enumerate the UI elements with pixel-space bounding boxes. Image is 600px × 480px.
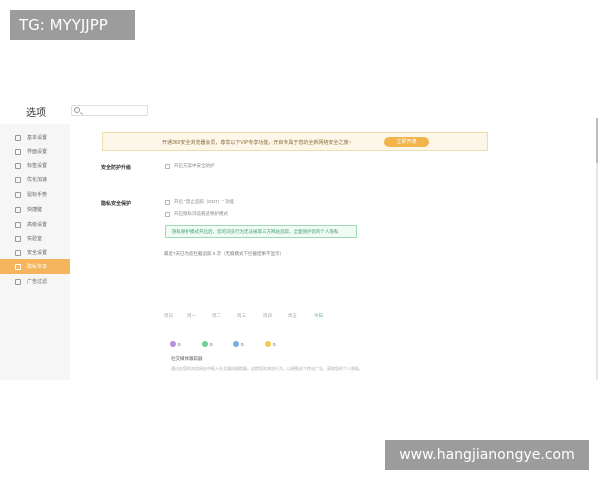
security-upgrade-label: 安全防护升级 bbox=[101, 165, 132, 171]
sidebar-item-label: 隐私专享 bbox=[27, 264, 48, 270]
privacy-tip: 隐私保护模式开启后，您的浏览行为无法被第三方网站追踪，全面保护您的个人隐私 bbox=[165, 225, 357, 238]
week-day-tab[interactable]: 周日 bbox=[164, 313, 173, 319]
sidebar-item-adblock[interactable]: 广告过滤 bbox=[0, 274, 70, 289]
sidebar-item-label: 快捷键 bbox=[27, 207, 43, 213]
week-day-tab[interactable]: 周一 bbox=[187, 313, 196, 319]
vip-banner: 开通360安全浏览器会员，尊享以下VIP专享功能，开启专属于您的全新网络安全之旅… bbox=[102, 132, 488, 151]
tracker-icon bbox=[170, 341, 176, 347]
trace-protection-checkbox[interactable] bbox=[165, 211, 170, 217]
sidebar-item-tabs[interactable]: 标签设置 bbox=[0, 158, 70, 173]
window-header: 选项 bbox=[0, 98, 600, 122]
sidebar-item-optimize[interactable]: 优化加速 bbox=[0, 172, 70, 187]
lab-icon bbox=[15, 235, 21, 242]
security-option-text: 开启方案中安全防护 bbox=[174, 163, 215, 168]
sidebar-item-basic[interactable]: 基本设置 bbox=[0, 130, 70, 145]
week-tabs: 周日 周一 周二 周三 周四 周五 今日 bbox=[164, 313, 334, 321]
blocked-count-text: 最近7天已为您拦截追踪 0 次（无痕模式下拦截结果不显示） bbox=[164, 251, 285, 256]
crypto-count: 0 bbox=[273, 341, 276, 347]
sidebar-item-label: 标签设置 bbox=[27, 163, 48, 169]
trace-protection-option[interactable]: 开启隐私浏览痕迹保护模式 bbox=[165, 211, 228, 217]
crypto-icon bbox=[265, 341, 271, 347]
search-icon bbox=[74, 107, 80, 113]
cookie-stat[interactable]: 0 bbox=[202, 341, 213, 347]
scrollbar-thumb[interactable] bbox=[596, 118, 598, 163]
privacy-icon bbox=[15, 263, 21, 270]
sidebar: 基本设置 界面设置 标签设置 优化加速 鼠标手势 快捷键 高级设置 实验室 安全… bbox=[0, 124, 70, 380]
keyboard-icon bbox=[15, 206, 21, 213]
sidebar-item-label: 鼠标手势 bbox=[27, 192, 48, 198]
fingerprint-count: 0 bbox=[241, 341, 244, 347]
fingerprint-stat[interactable]: 0 bbox=[233, 341, 244, 347]
sidebar-item-advanced[interactable]: 高级设置 bbox=[0, 217, 70, 232]
vip-open-button[interactable]: 立即开通 bbox=[384, 137, 429, 147]
block-icon bbox=[15, 278, 21, 285]
fingerprint-icon bbox=[233, 341, 239, 347]
tracker-count: 0 bbox=[178, 341, 181, 347]
sidebar-item-interface[interactable]: 界面设置 bbox=[0, 144, 70, 159]
security-option[interactable]: 开启方案中安全防护 bbox=[165, 163, 215, 169]
sidebar-item-mouse-gesture[interactable]: 鼠标手势 bbox=[0, 187, 70, 202]
week-day-tab[interactable]: 周五 bbox=[288, 313, 297, 319]
privacy-protection-label: 隐私安全保护 bbox=[101, 201, 132, 207]
security-checkbox[interactable] bbox=[165, 163, 170, 169]
crypto-stat[interactable]: 0 bbox=[265, 341, 276, 347]
block-stats: 0 0 0 0 bbox=[170, 341, 290, 350]
tab-icon bbox=[15, 162, 21, 169]
week-day-tab[interactable]: 周三 bbox=[237, 313, 246, 319]
sidebar-item-label: 界面设置 bbox=[27, 149, 48, 155]
cookie-count: 0 bbox=[210, 341, 213, 347]
tracker-type-label: 社交媒体跟踪器 bbox=[171, 356, 203, 361]
options-window: 选项 基本设置 界面设置 标签设置 优化加速 鼠标手势 快捷键 高级设置 实验室… bbox=[0, 98, 600, 380]
layout-icon bbox=[15, 148, 21, 155]
sidebar-item-shortcuts[interactable]: 快捷键 bbox=[0, 202, 70, 217]
top-watermark: TG: MYYJJPP bbox=[10, 10, 135, 40]
week-day-tab-today[interactable]: 今日 bbox=[314, 313, 323, 319]
search-input[interactable] bbox=[71, 105, 148, 116]
dnt-checkbox[interactable] bbox=[165, 199, 170, 205]
shield-icon bbox=[15, 249, 21, 256]
sidebar-item-label: 基本设置 bbox=[27, 135, 48, 141]
sidebar-item-label: 实验室 bbox=[27, 236, 43, 242]
tracker-type-desc: 通过在您的浏览网站中植入社交媒体跟踪器，追踪您的浏览行为，以便推送个性化广告，获… bbox=[171, 366, 363, 371]
privacy-tip-text: 隐私保护模式开启后，您的浏览行为无法被第三方网站追踪，全面保护您的个人隐私 bbox=[172, 229, 339, 234]
sidebar-item-privacy[interactable]: 隐私专享 bbox=[0, 259, 70, 274]
week-day-tab[interactable]: 周四 bbox=[263, 313, 272, 319]
advanced-icon bbox=[15, 221, 21, 228]
sidebar-item-security[interactable]: 安全设置 bbox=[0, 245, 70, 260]
cookie-icon bbox=[202, 341, 208, 347]
sidebar-item-label: 广告过滤 bbox=[27, 279, 48, 285]
bottom-watermark: www.hangjianongye.com bbox=[385, 440, 589, 470]
gear-icon bbox=[15, 134, 21, 141]
mouse-icon bbox=[15, 191, 21, 198]
page-title: 选项 bbox=[26, 108, 46, 119]
rocket-icon bbox=[15, 176, 21, 183]
dnt-option[interactable]: 开启 "禁止追踪（DNT）" 功能 bbox=[165, 199, 234, 205]
trace-protection-text: 开启隐私浏览痕迹保护模式 bbox=[174, 211, 228, 216]
screenshot-page: TG: MYYJJPP 选项 基本设置 界面设置 标签设置 优化加速 鼠标手势 … bbox=[0, 0, 600, 480]
vip-banner-text: 开通360安全浏览器会员，尊享以下VIP专享功能，开启专属于您的全新网络安全之旅… bbox=[162, 140, 352, 146]
dnt-option-text: 开启 "禁止追踪（DNT）" 功能 bbox=[174, 199, 234, 204]
week-day-tab[interactable]: 周二 bbox=[212, 313, 221, 319]
sidebar-item-label: 高级设置 bbox=[27, 222, 48, 228]
sidebar-item-label: 优化加速 bbox=[27, 177, 48, 183]
sidebar-item-lab[interactable]: 实验室 bbox=[0, 231, 70, 246]
tracker-stat[interactable]: 0 bbox=[170, 341, 181, 347]
sidebar-item-label: 安全设置 bbox=[27, 250, 48, 256]
